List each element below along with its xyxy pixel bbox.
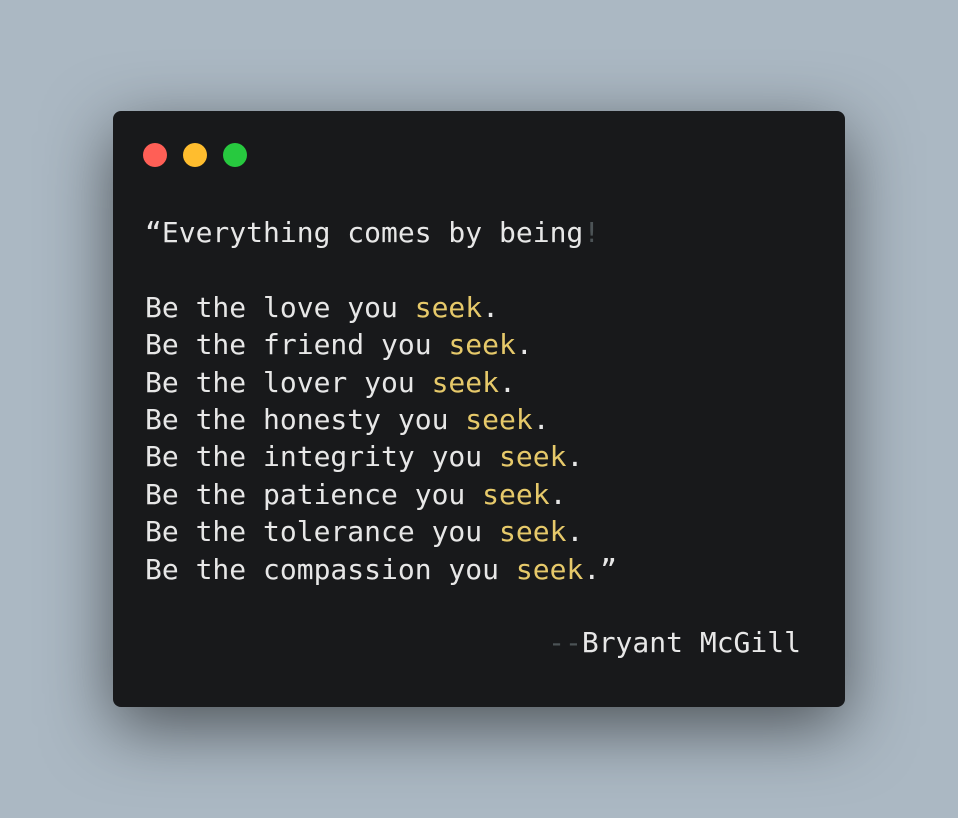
quote-line-suffix: .: [499, 365, 516, 399]
quote-line-suffix: .: [532, 402, 550, 436]
quote-text: “Everything comes by being! Be the love y…: [145, 214, 617, 588]
zoom-button[interactable]: [223, 143, 247, 167]
code-window: “Everything comes by being! Be the love y…: [113, 111, 845, 707]
quote-line: Be the integrity you seek.: [145, 438, 617, 475]
quote-line-prefix: Be the patience you: [145, 477, 483, 511]
close-button[interactable]: [143, 143, 167, 167]
quote-line: Be the compassion you seek.”: [145, 551, 617, 588]
window-controls: [143, 143, 247, 167]
quote-line: Be the patience you seek.: [145, 476, 617, 513]
quote-line: Be the friend you seek.: [145, 326, 617, 363]
quote-line: Be the love you seek.: [145, 289, 617, 326]
quote-line-keyword: seek: [515, 552, 584, 586]
quote-line-keyword: seek: [499, 440, 567, 474]
attribution-dashes: --: [548, 626, 582, 659]
quote-line-suffix: .: [515, 328, 533, 362]
quote-line-prefix: Be the integrity you: [145, 440, 500, 474]
quote-line-suffix: .”: [583, 552, 618, 586]
quote-line: Be the lover you seek.: [145, 364, 617, 401]
quote-line-keyword: seek: [465, 402, 533, 436]
quote-opening-line: “Everything comes by being!: [145, 214, 617, 251]
minimize-button[interactable]: [183, 143, 207, 167]
quote-line-suffix: .: [566, 440, 584, 474]
quote-opening-punct: !: [583, 216, 601, 249]
quote-line: Be the tolerance you seek.: [145, 513, 617, 550]
quote-line-keyword: seek: [448, 328, 516, 362]
quote-line-keyword: seek: [414, 290, 483, 324]
quote-line-prefix: Be the friend you: [145, 328, 449, 362]
quote-line-prefix: Be the honesty you: [145, 402, 466, 436]
quote-line-suffix: .: [482, 290, 500, 324]
quote-line-prefix: Be the love you: [145, 290, 415, 324]
attribution: --Bryant McGill: [548, 624, 801, 661]
quote-line-prefix: Be the tolerance you: [145, 515, 500, 549]
quote-line-prefix: Be the lover you: [145, 365, 432, 399]
quote-line-keyword: seek: [499, 515, 567, 549]
quote-line-suffix: .: [566, 515, 584, 549]
quote-line-keyword: seek: [482, 477, 550, 511]
quote-opening: “Everything comes by being: [145, 216, 584, 249]
quote-line-keyword: seek: [431, 365, 500, 399]
quote-line-prefix: Be the compassion you: [145, 552, 516, 586]
quote-line: Be the honesty you seek.: [145, 401, 617, 438]
attribution-author: Bryant McGill: [581, 626, 801, 659]
quote-line-suffix: .: [549, 477, 567, 511]
